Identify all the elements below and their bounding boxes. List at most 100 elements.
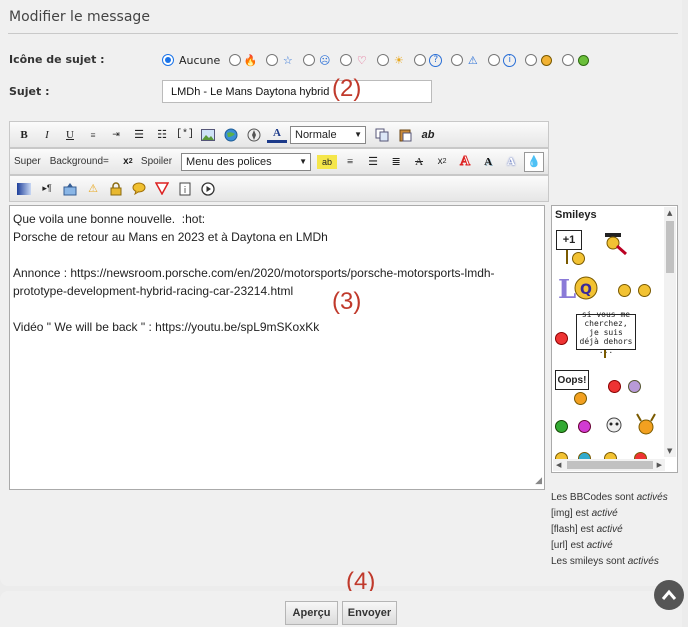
radio-heart[interactable]: [340, 54, 353, 66]
smileys-vertical-scrollbar[interactable]: ▲ ▼: [664, 207, 676, 457]
upload-icon[interactable]: [60, 179, 80, 199]
smileys-status-text: Les smileys sont: [551, 556, 625, 567]
document-icon[interactable]: i: [175, 179, 195, 199]
scrollbar-thumb[interactable]: [666, 221, 674, 273]
radio-warning[interactable]: [451, 54, 464, 66]
topic-icon-option-grin[interactable]: [562, 54, 590, 67]
superscript-text-button[interactable]: Super: [14, 156, 41, 167]
glow-text-icon[interactable]: A: [501, 152, 521, 172]
topic-icon-option-warning[interactable]: ⚠: [451, 54, 479, 67]
italic-button[interactable]: I: [37, 125, 57, 145]
copy-icon[interactable]: [372, 125, 392, 145]
love-smiley-icon[interactable]: [578, 420, 591, 433]
smile-smiley-icon[interactable]: [618, 284, 631, 297]
numbered-list-icon[interactable]: ☷: [152, 125, 172, 145]
compass-icon[interactable]: [244, 125, 264, 145]
globe-link-icon[interactable]: [221, 125, 241, 145]
scroll-left-icon[interactable]: ◀: [556, 461, 561, 469]
scroll-down-icon[interactable]: ▼: [667, 447, 672, 455]
align-right-icon[interactable]: ≡: [83, 125, 103, 145]
graduate-smiley-icon[interactable]: [598, 230, 628, 258]
highlight-icon[interactable]: ab: [317, 154, 338, 169]
superscript-icon[interactable]: x2: [432, 152, 452, 172]
topic-icon-none-option[interactable]: Aucune: [162, 54, 220, 67]
topic-icon-option-question[interactable]: ?: [414, 53, 443, 67]
lq-logo-smiley-icon[interactable]: LQ: [556, 272, 604, 306]
radio-info[interactable]: [488, 54, 501, 66]
topic-icon-option-angry[interactable]: [525, 54, 553, 67]
radio-angry[interactable]: [525, 54, 538, 66]
align-left-icon[interactable]: ≣: [386, 152, 406, 172]
preview-button[interactable]: Aperçu: [285, 601, 338, 625]
align-justify-icon[interactable]: ☰: [363, 152, 383, 172]
confused-smiley-icon[interactable]: [628, 380, 641, 393]
font-family-select[interactable]: Menu des polices ▼: [181, 152, 312, 171]
speech-bubble-icon[interactable]: [129, 179, 149, 199]
radio-question[interactable]: [414, 54, 427, 66]
topic-icon-option-sun[interactable]: ☀: [377, 54, 405, 67]
cheering-smiley-icon[interactable]: [634, 412, 658, 438]
send-button[interactable]: Envoyer: [342, 601, 397, 625]
radio-sun[interactable]: [377, 54, 390, 66]
subject-input[interactable]: [162, 80, 432, 103]
radio-grin[interactable]: [562, 54, 575, 66]
warning-icon[interactable]: ⚠: [83, 179, 103, 199]
question-icon: ?: [429, 53, 443, 67]
oops-smiley[interactable]: Oops!: [555, 370, 589, 390]
font-size-select[interactable]: Normale ▼: [290, 125, 366, 144]
background-button[interactable]: Background=: [50, 156, 109, 167]
shadow-text-icon[interactable]: A: [478, 152, 498, 172]
oops-face-icon[interactable]: [574, 392, 587, 405]
message-textarea[interactable]: Que voila une bonne nouvelle. :hot: Pors…: [9, 205, 545, 490]
topic-icon-option-fire[interactable]: 🔥: [229, 54, 258, 67]
sick-smiley-icon[interactable]: [555, 420, 568, 433]
play-icon[interactable]: [198, 179, 218, 199]
radio-star[interactable]: [266, 54, 279, 66]
topic-icon-option-sad[interactable]: ☹: [303, 54, 331, 67]
scroll-right-icon[interactable]: ▶: [657, 461, 662, 469]
paste-icon[interactable]: [395, 125, 415, 145]
mad-smiley-icon[interactable]: [608, 380, 621, 393]
list-item-icon[interactable]: [*]: [175, 125, 195, 145]
message-line: [13, 246, 541, 264]
outline-text-icon[interactable]: A: [455, 152, 475, 172]
alien-smiley-icon[interactable]: [604, 416, 624, 436]
scroll-to-top-button[interactable]: [654, 580, 684, 610]
indent-icon[interactable]: ⇥: [106, 125, 126, 145]
grin-smiley-icon[interactable]: [638, 284, 651, 297]
panel-title: Modifier le message: [9, 9, 150, 25]
topic-icon-option-star[interactable]: ☆: [266, 54, 294, 67]
resize-grip-icon[interactable]: ◢: [535, 471, 542, 489]
smileys-panel: Smileys +1 LQ si vous me cherchez, je su…: [551, 205, 678, 473]
chevron-down-icon: ▼: [299, 157, 308, 166]
radio-sad[interactable]: [303, 54, 316, 66]
font-color-icon[interactable]: A: [267, 127, 287, 143]
topic-icon-option-heart[interactable]: ♡: [340, 54, 368, 67]
sign-smiley[interactable]: si vous me cherchez, je suis déjà dehors…: [576, 310, 636, 355]
scroll-up-icon[interactable]: ▲: [667, 209, 672, 217]
paragraph-icon[interactable]: ▸¶: [37, 179, 57, 199]
subscript-icon[interactable]: x2: [118, 152, 138, 172]
underline-button[interactable]: U: [60, 125, 80, 145]
angry-smiley-icon[interactable]: [555, 332, 568, 345]
bold-button[interactable]: B: [14, 125, 34, 145]
angry-face-icon: [540, 54, 553, 67]
strikethrough-icon[interactable]: A: [409, 152, 429, 172]
image-icon[interactable]: [198, 125, 218, 145]
water-drop-icon[interactable]: 💧: [524, 151, 545, 172]
replace-text-icon[interactable]: ab: [418, 125, 438, 145]
smiley-face-icon[interactable]: [572, 252, 585, 265]
topic-icon-option-info[interactable]: i: [488, 53, 517, 67]
smileys-horizontal-scrollbar[interactable]: ◀ ▶: [553, 459, 665, 471]
align-center-icon[interactable]: ≡: [340, 152, 360, 172]
filter-icon[interactable]: [152, 179, 172, 199]
gradient-icon[interactable]: [14, 179, 34, 199]
bullet-list-icon[interactable]: ☰: [129, 125, 149, 145]
lock-icon[interactable]: [106, 179, 126, 199]
scrollbar-thumb[interactable]: [567, 461, 653, 469]
spoiler-button[interactable]: Spoiler: [141, 156, 172, 167]
radio-fire[interactable]: [229, 54, 242, 66]
action-bar: [0, 591, 682, 627]
plus-one-smiley[interactable]: +1: [556, 230, 582, 250]
radio-none[interactable]: [162, 54, 174, 66]
